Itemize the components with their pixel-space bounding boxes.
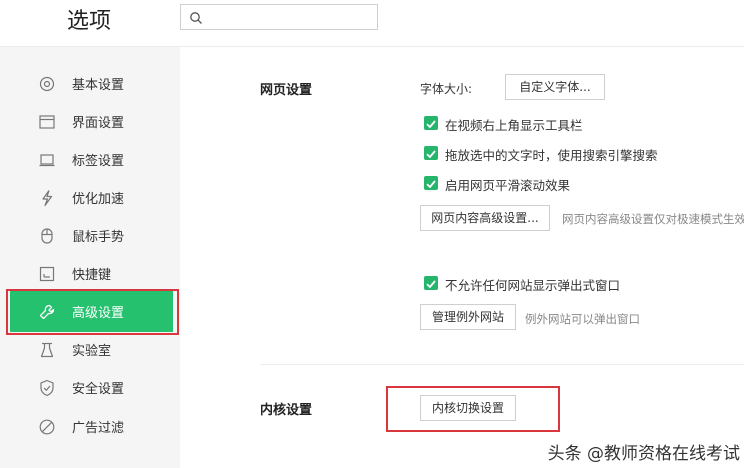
checkbox-checked-icon[interactable] bbox=[424, 276, 438, 290]
sidebar-item-lab[interactable]: 实验室 bbox=[0, 330, 180, 368]
sidebar-item-tabs[interactable]: 标签设置 bbox=[0, 140, 180, 178]
checkbox-label: 拖放选中的文字时，使用搜索引擎搜索 bbox=[445, 148, 658, 163]
advanced-settings-hint: 网页内容高级设置仅对极速模式生效 bbox=[562, 212, 744, 226]
webpage-section-title: 网页设置 bbox=[260, 83, 313, 98]
kernel-switch-button[interactable]: 内核切换设置 bbox=[420, 395, 516, 421]
page-title: 选项 bbox=[67, 9, 112, 34]
shield-icon bbox=[38, 379, 56, 397]
search-input[interactable] bbox=[180, 4, 378, 30]
checkbox-smooth-scroll[interactable]: 启用网页平滑滚动效果 bbox=[424, 175, 724, 193]
settings-icon bbox=[38, 75, 56, 93]
custom-font-button[interactable]: 自定义字体... bbox=[505, 74, 605, 100]
checkbox-video-toolbar[interactable]: 在视频右上角显示工具栏 bbox=[424, 115, 724, 133]
checkbox-checked-icon[interactable] bbox=[424, 146, 438, 160]
keyboard-icon bbox=[38, 265, 56, 283]
sidebar-item-label: 快捷键 bbox=[72, 268, 112, 283]
sidebar-item-label: 广告过滤 bbox=[72, 421, 125, 436]
watermark: 头条 @教师资格在线考试 bbox=[547, 444, 740, 464]
main-panel: 网页设置 字体大小: 自定义字体... 在视频右上角显示工具栏 拖放选中的文字时… bbox=[180, 47, 744, 468]
sidebar-item-security[interactable]: 安全设置 bbox=[0, 368, 180, 406]
checkbox-block-popups[interactable]: 不允许任何网站显示弹出式窗口 bbox=[424, 275, 724, 293]
sidebar: 基本设置 界面设置 标签设置 优化加速 鼠标手势 快捷键 高级设置 实验室 安全… bbox=[0, 47, 180, 468]
search-icon bbox=[189, 10, 203, 29]
sidebar-item-label: 基本设置 bbox=[72, 78, 125, 93]
sidebar-item-label: 安全设置 bbox=[72, 382, 125, 397]
sidebar-item-basic[interactable]: 基本设置 bbox=[0, 64, 180, 102]
sidebar-item-adblock[interactable]: 广告过滤 bbox=[0, 407, 180, 445]
checkbox-label: 在视频右上角显示工具栏 bbox=[445, 118, 583, 133]
advanced-content-settings-button[interactable]: 网页内容高级设置... bbox=[420, 205, 550, 231]
sidebar-item-label: 标签设置 bbox=[72, 154, 125, 169]
sidebar-item-label: 实验室 bbox=[72, 344, 112, 359]
checkbox-label: 启用网页平滑滚动效果 bbox=[445, 178, 571, 193]
checkbox-checked-icon[interactable] bbox=[424, 116, 438, 130]
font-size-label: 字体大小: bbox=[420, 82, 473, 96]
flask-icon bbox=[38, 341, 56, 359]
exceptions-hint: 例外网站可以弹出窗口 bbox=[525, 312, 640, 326]
wrench-icon bbox=[38, 303, 56, 321]
lightning-icon bbox=[38, 189, 56, 207]
section-divider bbox=[260, 364, 744, 365]
block-icon bbox=[38, 418, 56, 436]
checkbox-drag-search[interactable]: 拖放选中的文字时，使用搜索引擎搜索 bbox=[424, 145, 724, 163]
sidebar-item-interface[interactable]: 界面设置 bbox=[0, 102, 180, 140]
sidebar-item-shortcuts[interactable]: 快捷键 bbox=[0, 254, 180, 292]
checkbox-label: 不允许任何网站显示弹出式窗口 bbox=[445, 278, 621, 293]
sidebar-item-advanced[interactable]: 高级设置 bbox=[0, 291, 180, 332]
sidebar-item-label: 高级设置 bbox=[72, 306, 125, 321]
mouse-icon bbox=[38, 227, 56, 245]
sidebar-item-optimize[interactable]: 优化加速 bbox=[0, 178, 180, 216]
window-icon bbox=[38, 113, 56, 131]
sidebar-item-mouse[interactable]: 鼠标手势 bbox=[0, 216, 180, 254]
header: 选项 bbox=[0, 0, 744, 47]
kernel-section-title: 内核设置 bbox=[260, 403, 313, 418]
sidebar-item-label: 鼠标手势 bbox=[72, 230, 125, 245]
tab-icon bbox=[38, 151, 56, 169]
sidebar-item-label: 优化加速 bbox=[72, 192, 125, 207]
sidebar-item-label: 界面设置 bbox=[72, 116, 125, 131]
checkbox-checked-icon[interactable] bbox=[424, 176, 438, 190]
manage-exceptions-button[interactable]: 管理例外网站 bbox=[420, 304, 516, 330]
